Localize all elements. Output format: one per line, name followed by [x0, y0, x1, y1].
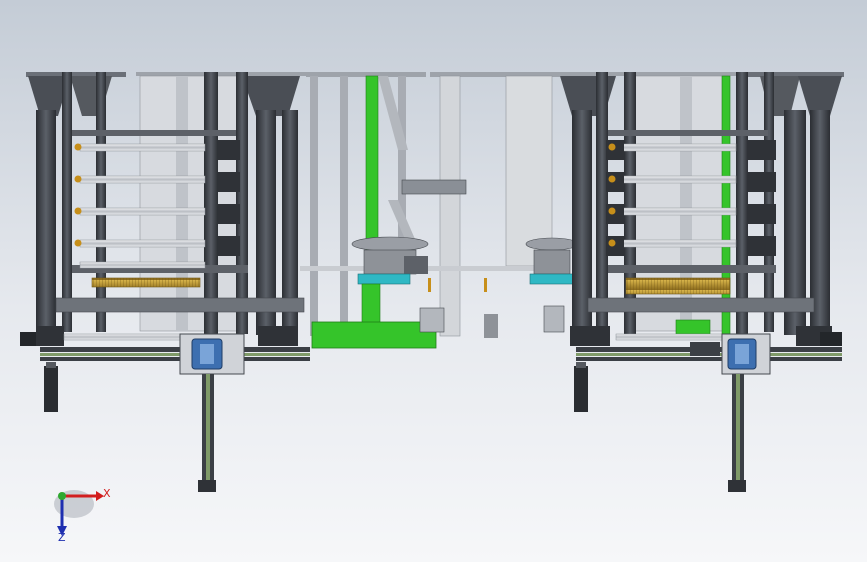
machine-center-module — [300, 72, 579, 349]
y-axis-origin-icon — [58, 492, 66, 500]
x-axis-label: X — [103, 487, 111, 500]
coordinate-triad — [54, 490, 104, 536]
machine-frame-right — [556, 72, 844, 492]
machine-frame-left — [20, 72, 310, 492]
cad-viewport[interactable]: X Z — [0, 0, 867, 562]
z-axis-label: Z — [58, 531, 66, 544]
assembly-drawing — [20, 72, 844, 536]
